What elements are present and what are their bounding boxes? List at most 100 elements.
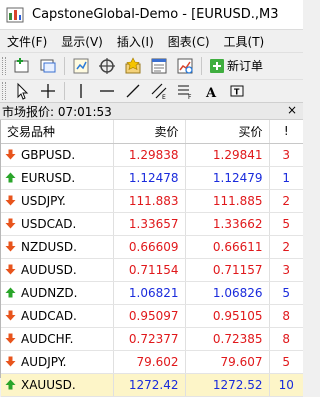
label-button[interactable]: T (225, 80, 249, 102)
symbol-cell: NZDUSD. (1, 235, 113, 259)
arrow-down-icon (5, 218, 16, 228)
arrow-up-icon (5, 172, 16, 182)
market-watch-header: 市场报价: 07:01:53 × (0, 103, 303, 120)
spread-value: 8 (268, 304, 303, 328)
symbol-cell: AUDUSD. (1, 258, 113, 282)
menu-insert[interactable]: 插入(I) (110, 33, 161, 50)
svg-text:F: F (188, 94, 192, 100)
symbol-name: AUDUSD. (21, 262, 77, 277)
market-watch-title: 市场报价: 07:01:53 (2, 104, 112, 119)
bid-price: 1272.42 (112, 373, 185, 397)
symbol-name: AUDJPY. (21, 354, 67, 369)
menu-view[interactable]: 显示(V) (54, 33, 110, 50)
trendline-icon (126, 84, 140, 98)
spread-value: 2 (268, 189, 303, 213)
spread-value: 5 (268, 350, 303, 374)
symbol-cell: XAUUSD. (1, 373, 113, 397)
menu-charts[interactable]: 图表(C) (161, 33, 217, 50)
strategy-tester-icon (177, 58, 193, 74)
table-row[interactable]: AUDJPY. 79.602 79.607 5 (1, 350, 303, 374)
ask-price: 1.29841 (184, 143, 269, 167)
bid-price: 0.72377 (112, 327, 185, 351)
new-chart-icon (14, 57, 29, 72)
title-bar: CapstoneGlobal-Demo - [EURUSD.,M3 (0, 0, 303, 30)
strategy-tester-button[interactable] (173, 55, 197, 77)
column-header-bid[interactable]: 卖价 (112, 120, 185, 144)
column-header-spread[interactable]: ! (268, 120, 303, 144)
vertical-line-icon (80, 84, 82, 98)
column-header-ask[interactable]: 买价 (184, 120, 269, 144)
ask-price: 1.06826 (184, 281, 269, 305)
table-row[interactable]: NZDUSD. 0.66609 0.66611 2 (1, 235, 303, 259)
table-row[interactable]: AUDCHF. 0.72377 0.72385 8 (1, 327, 303, 351)
arrow-down-icon (5, 241, 16, 251)
menu-tools[interactable]: 工具(T) (217, 33, 272, 50)
spread-value: 1 (268, 166, 303, 190)
bid-price: 0.71154 (112, 258, 185, 282)
ask-price: 1.33662 (184, 212, 269, 236)
symbol-cell: EURUSD. (1, 166, 113, 190)
bid-price: 111.883 (112, 189, 185, 213)
spread-value: 3 (268, 143, 303, 167)
menu-bar: 文件(F) 显示(V) 插入(I) 图表(C) 工具(T) (0, 30, 303, 52)
new-chart-button[interactable] (10, 55, 34, 77)
bid-price: 0.66609 (112, 235, 185, 259)
ask-price: 0.95105 (184, 304, 269, 328)
new-order-button[interactable]: 新订单 (209, 57, 263, 74)
table-row[interactable]: USDJPY. 111.883 111.885 2 (1, 189, 303, 213)
symbol-name: USDCAD. (21, 216, 77, 231)
symbol-cell: GBPUSD. (1, 143, 113, 167)
symbol-cell: AUDJPY. (1, 350, 113, 374)
bid-price: 1.06821 (112, 281, 185, 305)
column-header-symbol[interactable]: 交易品种 (1, 120, 113, 144)
crosshair-button[interactable] (36, 80, 60, 102)
equidistant-channel-button[interactable]: E (147, 80, 171, 102)
table-row[interactable]: AUDCAD. 0.95097 0.95105 8 (1, 304, 303, 328)
toolbar-grip[interactable] (2, 82, 6, 100)
ask-price: 1.12479 (184, 166, 269, 190)
cursor-button[interactable] (10, 80, 34, 102)
label-icon: T (230, 85, 244, 97)
symbol-name: EURUSD. (21, 170, 76, 185)
fibonacci-button[interactable]: F (173, 80, 197, 102)
bid-price: 79.602 (112, 350, 185, 374)
toolbar-separator (64, 82, 65, 100)
toolbar-grip[interactable] (2, 56, 6, 75)
favorites-button[interactable] (121, 55, 145, 77)
ask-price: 1272.52 (184, 373, 269, 397)
arrow-down-icon (5, 264, 16, 274)
text-button[interactable]: A (199, 80, 223, 102)
table-row[interactable]: AUDUSD. 0.71154 0.71157 3 (1, 258, 303, 282)
profiles-button[interactable] (36, 55, 60, 77)
equidistant-channel-icon: E (151, 83, 167, 100)
navigator-button[interactable] (95, 55, 119, 77)
cursor-icon (17, 82, 29, 100)
trendline-button[interactable] (121, 80, 145, 102)
svg-text:E: E (162, 94, 166, 100)
terminal-button[interactable] (147, 55, 171, 77)
terminal-icon (151, 58, 167, 73)
table-row[interactable]: USDCAD. 1.33657 1.33662 5 (1, 212, 303, 236)
vertical-line-button[interactable] (69, 80, 93, 102)
table-row[interactable]: GBPUSD. 1.29838 1.29841 3 (1, 143, 303, 167)
table-header-row: 交易品种 卖价 买价 ! (1, 120, 303, 144)
bid-price: 0.95097 (112, 304, 185, 328)
table-row[interactable]: XAUUSD. 1272.42 1272.52 10 (1, 373, 303, 397)
new-order-icon (210, 58, 224, 73)
close-icon[interactable]: × (287, 103, 297, 117)
horizontal-line-button[interactable] (95, 80, 119, 102)
table-row[interactable]: AUDNZD. 1.06821 1.06826 5 (1, 281, 303, 305)
symbol-name: AUDCAD. (21, 308, 77, 323)
ask-price: 0.72385 (184, 327, 269, 351)
menu-file[interactable]: 文件(F) (0, 33, 54, 50)
symbol-cell: AUDCHF. (1, 327, 113, 351)
arrow-up-icon (5, 379, 16, 389)
arrow-down-icon (5, 195, 16, 205)
profiles-icon (40, 59, 56, 72)
arrow-down-icon (5, 310, 16, 320)
market-watch-button[interactable] (69, 55, 93, 77)
crosshair-icon (41, 84, 55, 98)
symbol-cell: USDJPY. (1, 189, 113, 213)
symbol-name: AUDCHF. (21, 331, 74, 346)
table-row[interactable]: EURUSD. 1.12478 1.12479 1 (1, 166, 303, 190)
